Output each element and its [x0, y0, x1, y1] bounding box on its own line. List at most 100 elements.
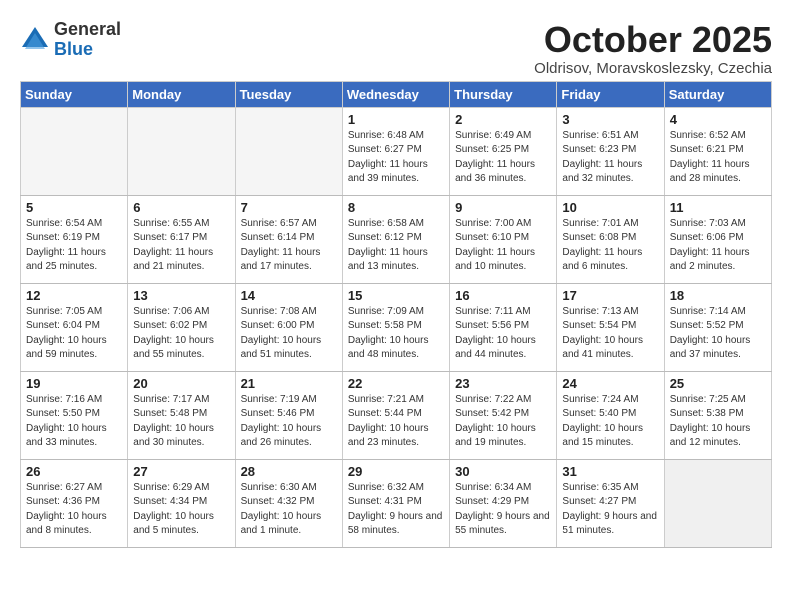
- day-info: Sunrise: 7:25 AM Sunset: 5:38 PM Dayligh…: [670, 393, 766, 451]
- day-info: Sunrise: 7:01 AM Sunset: 6:08 PM Dayligh…: [562, 217, 658, 275]
- day-info: Sunrise: 7:14 AM Sunset: 5:52 PM Dayligh…: [670, 305, 766, 363]
- th-saturday: Saturday: [664, 81, 771, 107]
- day-cell: [21, 107, 128, 195]
- th-thursday: Thursday: [450, 81, 557, 107]
- day-number: 13: [133, 288, 229, 303]
- day-cell: 4 Sunrise: 6:52 AM Sunset: 6:21 PM Daylig…: [664, 107, 771, 195]
- day-number: 11: [670, 200, 766, 215]
- title-block: October 2025 Oldrisov, Moravskoslezsky, …: [534, 20, 772, 77]
- day-number: 19: [26, 376, 122, 391]
- day-info: Sunrise: 7:11 AM Sunset: 5:56 PM Dayligh…: [455, 305, 551, 363]
- day-number: 16: [455, 288, 551, 303]
- day-info: Sunrise: 7:08 AM Sunset: 6:00 PM Dayligh…: [241, 305, 337, 363]
- day-cell: 24Sunrise: 7:24 AM Sunset: 5:40 PM Dayli…: [557, 371, 664, 459]
- day-info: Sunrise: 6:52 AM Sunset: 6:21 PM Dayligh…: [670, 129, 766, 187]
- day-info: Sunrise: 6:35 AM Sunset: 4:27 PM Dayligh…: [562, 481, 658, 539]
- day-cell: 7 Sunrise: 6:57 AM Sunset: 6:14 PM Daylig…: [235, 195, 342, 283]
- day-cell: 25 Sunrise: 7:25 AM Sunset: 5:38 PM Dayli…: [664, 371, 771, 459]
- day-info: Sunrise: 6:49 AM Sunset: 6:25 PM Dayligh…: [455, 129, 551, 187]
- th-wednesday: Wednesday: [342, 81, 449, 107]
- day-number: 22: [348, 376, 444, 391]
- day-cell: 11 Sunrise: 7:03 AM Sunset: 6:06 PM Dayli…: [664, 195, 771, 283]
- day-cell: [128, 107, 235, 195]
- logo-blue: Blue: [54, 40, 121, 60]
- day-cell: 6 Sunrise: 6:55 AM Sunset: 6:17 PM Daylig…: [128, 195, 235, 283]
- day-info: Sunrise: 7:00 AM Sunset: 6:10 PM Dayligh…: [455, 217, 551, 275]
- day-cell: 2 Sunrise: 6:49 AM Sunset: 6:25 PM Daylig…: [450, 107, 557, 195]
- day-cell: 17Sunrise: 7:13 AM Sunset: 5:54 PM Dayli…: [557, 283, 664, 371]
- day-number: 18: [670, 288, 766, 303]
- th-friday: Friday: [557, 81, 664, 107]
- day-cell: 1 Sunrise: 6:48 AM Sunset: 6:27 PM Daylig…: [342, 107, 449, 195]
- day-info: Sunrise: 7:22 AM Sunset: 5:42 PM Dayligh…: [455, 393, 551, 451]
- day-info: Sunrise: 7:05 AM Sunset: 6:04 PM Dayligh…: [26, 305, 122, 363]
- day-number: 31: [562, 464, 658, 479]
- day-number: 4: [670, 112, 766, 127]
- th-sunday: Sunday: [21, 81, 128, 107]
- day-cell: [664, 459, 771, 547]
- day-info: Sunrise: 7:17 AM Sunset: 5:48 PM Dayligh…: [133, 393, 229, 451]
- week-row-2: 5 Sunrise: 6:54 AM Sunset: 6:19 PM Daylig…: [21, 195, 772, 283]
- day-number: 29: [348, 464, 444, 479]
- day-info: Sunrise: 7:03 AM Sunset: 6:06 PM Dayligh…: [670, 217, 766, 275]
- day-number: 23: [455, 376, 551, 391]
- day-number: 10: [562, 200, 658, 215]
- day-info: Sunrise: 6:34 AM Sunset: 4:29 PM Dayligh…: [455, 481, 551, 539]
- day-cell: 12 Sunrise: 7:05 AM Sunset: 6:04 PM Dayli…: [21, 283, 128, 371]
- th-monday: Monday: [128, 81, 235, 107]
- day-number: 27: [133, 464, 229, 479]
- day-cell: 29Sunrise: 6:32 AM Sunset: 4:31 PM Dayli…: [342, 459, 449, 547]
- day-number: 24: [562, 376, 658, 391]
- day-cell: 3 Sunrise: 6:51 AM Sunset: 6:23 PM Daylig…: [557, 107, 664, 195]
- day-cell: 28Sunrise: 6:30 AM Sunset: 4:32 PM Dayli…: [235, 459, 342, 547]
- day-info: Sunrise: 6:29 AM Sunset: 4:34 PM Dayligh…: [133, 481, 229, 539]
- day-info: Sunrise: 6:27 AM Sunset: 4:36 PM Dayligh…: [26, 481, 122, 539]
- calendar-table: Sunday Monday Tuesday Wednesday Thursday…: [20, 81, 772, 548]
- day-info: Sunrise: 7:16 AM Sunset: 5:50 PM Dayligh…: [26, 393, 122, 451]
- day-number: 25: [670, 376, 766, 391]
- day-cell: 21 Sunrise: 7:19 AM Sunset: 5:46 PM Dayli…: [235, 371, 342, 459]
- day-number: 12: [26, 288, 122, 303]
- day-number: 5: [26, 200, 122, 215]
- calendar-subtitle: Oldrisov, Moravskoslezsky, Czechia: [534, 60, 772, 77]
- day-info: Sunrise: 6:51 AM Sunset: 6:23 PM Dayligh…: [562, 129, 658, 187]
- day-cell: 9Sunrise: 7:00 AM Sunset: 6:10 PM Daylig…: [450, 195, 557, 283]
- day-info: Sunrise: 6:55 AM Sunset: 6:17 PM Dayligh…: [133, 217, 229, 275]
- day-cell: 8 Sunrise: 6:58 AM Sunset: 6:12 PM Daylig…: [342, 195, 449, 283]
- day-cell: 5 Sunrise: 6:54 AM Sunset: 6:19 PM Daylig…: [21, 195, 128, 283]
- logo-general: General: [54, 20, 121, 40]
- week-row-1: 1 Sunrise: 6:48 AM Sunset: 6:27 PM Daylig…: [21, 107, 772, 195]
- day-info: Sunrise: 7:21 AM Sunset: 5:44 PM Dayligh…: [348, 393, 444, 451]
- day-number: 1: [348, 112, 444, 127]
- day-info: Sunrise: 6:57 AM Sunset: 6:14 PM Dayligh…: [241, 217, 337, 275]
- header-row: Sunday Monday Tuesday Wednesday Thursday…: [21, 81, 772, 107]
- week-row-4: 19 Sunrise: 7:16 AM Sunset: 5:50 PM Dayli…: [21, 371, 772, 459]
- day-cell: 16 Sunrise: 7:11 AM Sunset: 5:56 PM Dayli…: [450, 283, 557, 371]
- day-cell: 23 Sunrise: 7:22 AM Sunset: 5:42 PM Dayli…: [450, 371, 557, 459]
- day-info: Sunrise: 6:54 AM Sunset: 6:19 PM Dayligh…: [26, 217, 122, 275]
- day-number: 6: [133, 200, 229, 215]
- day-number: 3: [562, 112, 658, 127]
- day-number: 2: [455, 112, 551, 127]
- th-tuesday: Tuesday: [235, 81, 342, 107]
- day-number: 26: [26, 464, 122, 479]
- day-cell: 22 Sunrise: 7:21 AM Sunset: 5:44 PM Dayli…: [342, 371, 449, 459]
- day-info: Sunrise: 6:58 AM Sunset: 6:12 PM Dayligh…: [348, 217, 444, 275]
- day-cell: 31 Sunrise: 6:35 AM Sunset: 4:27 PM Dayli…: [557, 459, 664, 547]
- day-info: Sunrise: 7:09 AM Sunset: 5:58 PM Dayligh…: [348, 305, 444, 363]
- day-info: Sunrise: 7:19 AM Sunset: 5:46 PM Dayligh…: [241, 393, 337, 451]
- day-cell: 15Sunrise: 7:09 AM Sunset: 5:58 PM Dayli…: [342, 283, 449, 371]
- day-number: 8: [348, 200, 444, 215]
- day-info: Sunrise: 6:48 AM Sunset: 6:27 PM Dayligh…: [348, 129, 444, 187]
- day-cell: 19 Sunrise: 7:16 AM Sunset: 5:50 PM Dayli…: [21, 371, 128, 459]
- day-number: 17: [562, 288, 658, 303]
- week-row-5: 26 Sunrise: 6:27 AM Sunset: 4:36 PM Dayli…: [21, 459, 772, 547]
- day-number: 20: [133, 376, 229, 391]
- day-number: 21: [241, 376, 337, 391]
- day-cell: 26 Sunrise: 6:27 AM Sunset: 4:36 PM Dayli…: [21, 459, 128, 547]
- calendar-page: General Blue October 2025 Oldrisov, Mora…: [0, 0, 792, 558]
- logo-text: General Blue: [54, 20, 121, 60]
- day-number: 7: [241, 200, 337, 215]
- day-cell: 10 Sunrise: 7:01 AM Sunset: 6:08 PM Dayli…: [557, 195, 664, 283]
- header: General Blue October 2025 Oldrisov, Mora…: [20, 20, 772, 77]
